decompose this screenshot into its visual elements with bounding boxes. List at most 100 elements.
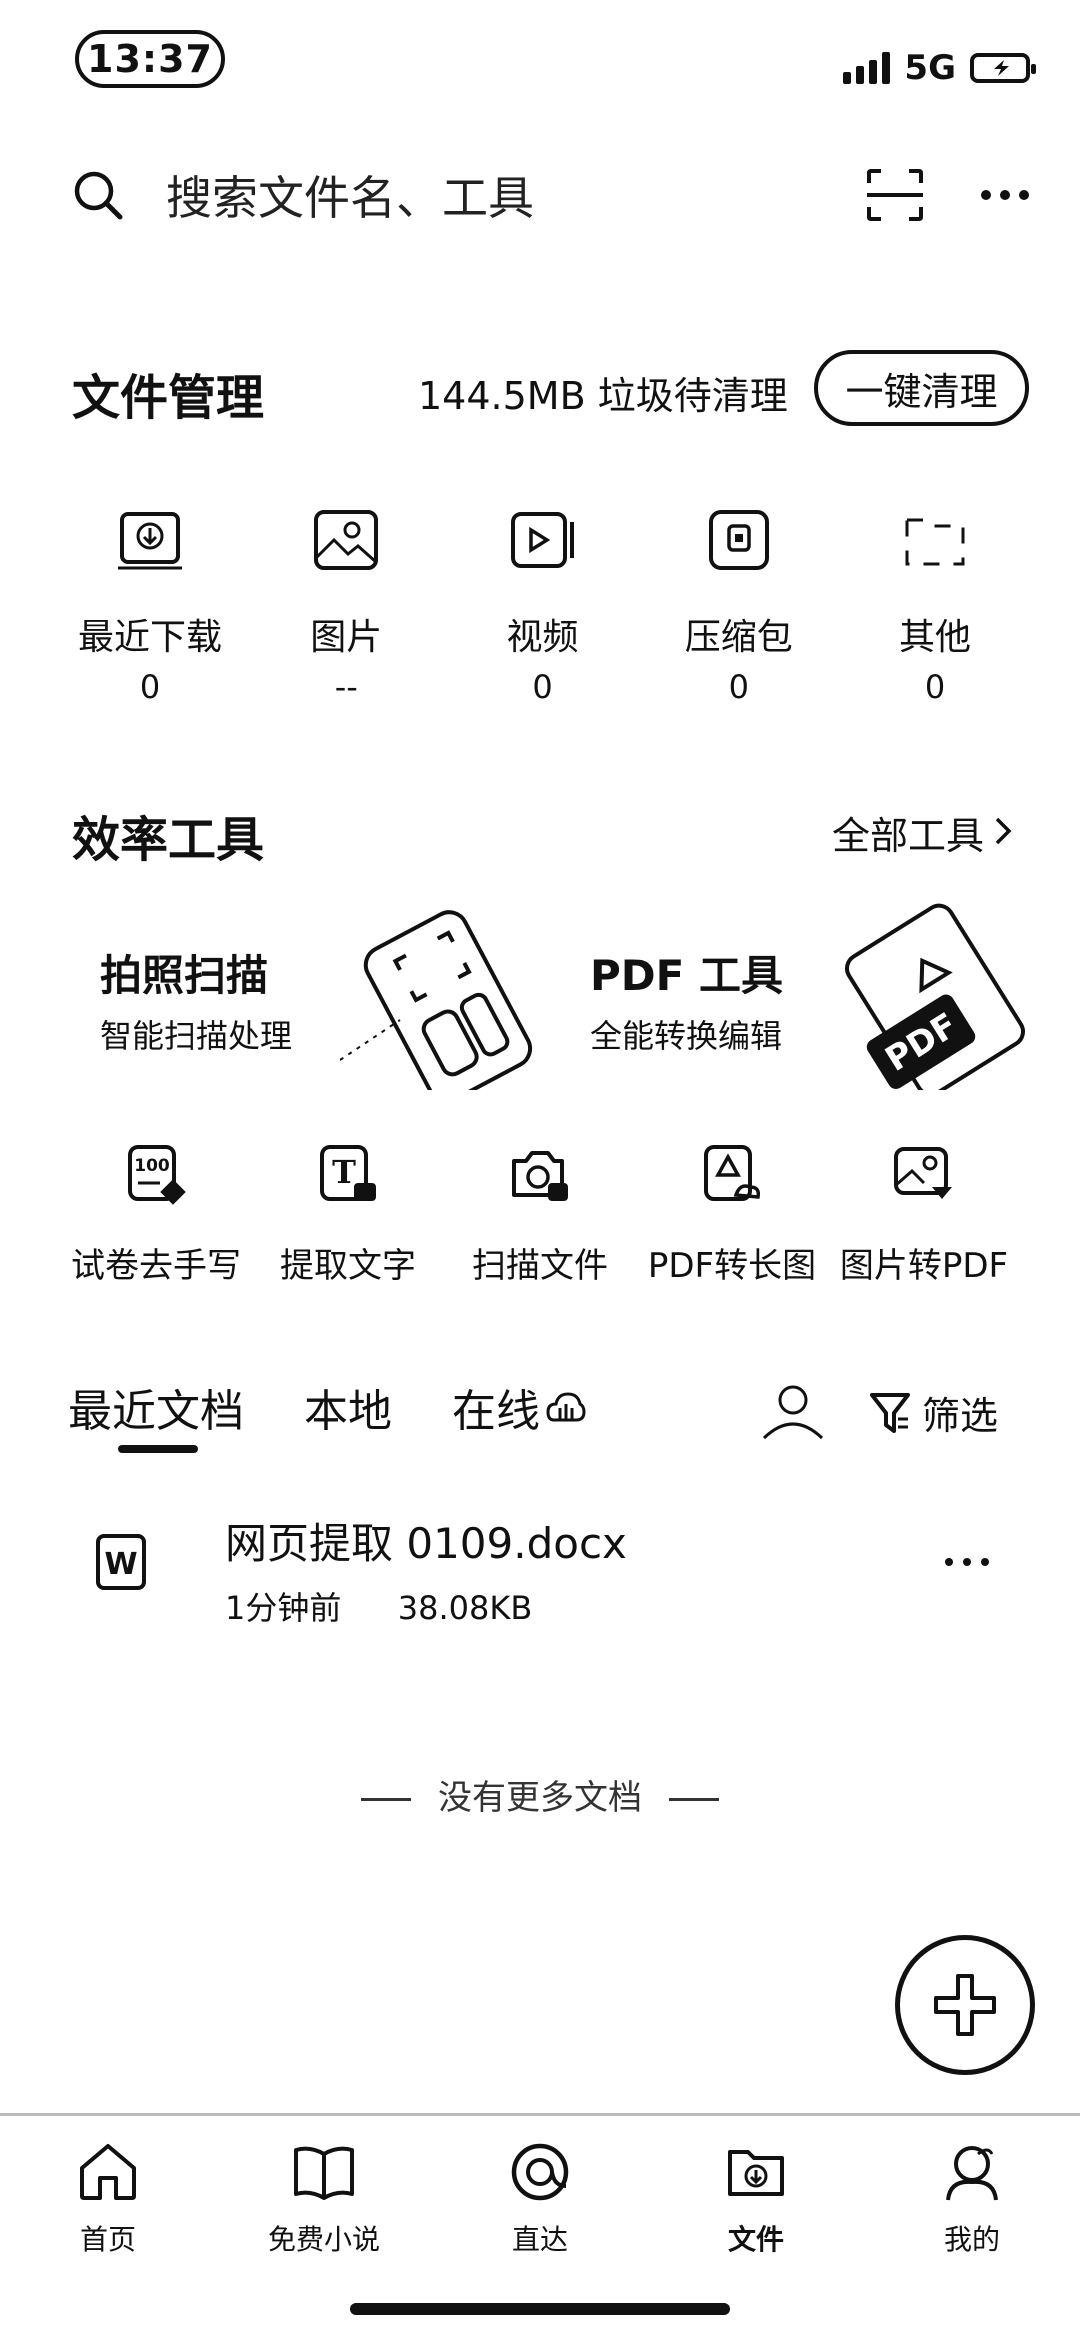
category-label: 最近下载 <box>77 617 222 658</box>
doc-name: 网页提取 0109.docx <box>225 1519 627 1568</box>
tab-local[interactable]: 本地 <box>304 1375 392 1439</box>
download-folder-icon <box>55 500 245 580</box>
tool-pdf-to-long-image[interactable]: PDF转长图 <box>636 1140 828 1287</box>
tab-recent-docs[interactable]: 最近文档 <box>68 1375 244 1453</box>
word-badge-letter: W <box>104 1547 137 1582</box>
category-archives[interactable]: 压缩包 0 <box>644 500 834 706</box>
one-click-clean-button[interactable]: 一键清理 <box>814 350 1029 426</box>
profile-icon <box>946 2146 998 2201</box>
tools-grid: 100 试卷去手写 T 提取文字 扫描文件 PDF转长图 图片转PDF <box>60 1140 1020 1287</box>
file-folder-icon <box>728 2150 784 2196</box>
tool-label: 试卷去手写 <box>71 1246 241 1286</box>
nav-label: 首页 <box>79 2223 136 2256</box>
no-more-docs-text: 没有更多文档 <box>0 1770 1080 1819</box>
active-tab-indicator <box>118 1445 198 1453</box>
cleanup-info: 144.5MB 垃圾待清理 <box>418 374 788 418</box>
tool-exam-remove-handwriting[interactable]: 100 试卷去手写 <box>60 1140 252 1287</box>
nav-free-novels[interactable]: 免费小说 <box>234 2116 414 2286</box>
tab-online[interactable]: 在线 <box>452 1375 586 1439</box>
folder-icon <box>840 500 1030 580</box>
card-subtitle: 智能扫描处理 <box>100 1017 293 1055</box>
category-videos[interactable]: 视频 0 <box>448 500 638 706</box>
exam-icon-text: 100 <box>134 1156 170 1176</box>
doc-meta: 1分钟前 38.08KB <box>225 1583 627 1629</box>
tool-label: 提取文字 <box>280 1246 416 1286</box>
text-icon-letter: T <box>332 1153 356 1191</box>
scan-illustration-icon <box>340 910 533 1090</box>
search-input[interactable]: 搜索文件名、工具 <box>166 162 865 228</box>
chevron-right-icon <box>994 811 1012 855</box>
book-icon <box>294 2146 354 2200</box>
nav-label: 文件 <box>727 2223 784 2256</box>
category-label: 视频 <box>506 617 579 658</box>
file-management-title: 文件管理 <box>72 370 265 426</box>
user-avatar-icon[interactable] <box>760 1380 826 1450</box>
pdf-to-image-icon <box>636 1140 828 1210</box>
tool-extract-text[interactable]: T 提取文字 <box>252 1140 444 1287</box>
nav-label: 直达 <box>511 2223 568 2256</box>
doc-size: 38.08KB <box>397 1589 533 1627</box>
status-indicators: 5G <box>843 48 1036 88</box>
add-fab-button[interactable] <box>895 1935 1035 2075</box>
all-tools-label: 全部工具 <box>831 814 984 858</box>
text-extract-icon: T <box>252 1140 444 1210</box>
signal-icon <box>843 52 891 84</box>
category-label: 压缩包 <box>684 617 793 658</box>
image-to-pdf-icon <box>828 1140 1020 1210</box>
doc-more-icon[interactable] <box>944 1552 990 1571</box>
category-recent-downloads[interactable]: 最近下载 0 <box>55 500 245 706</box>
card-title: 拍照扫描 <box>100 951 269 1000</box>
scan-camera-icon <box>444 1140 636 1210</box>
nav-label: 免费小说 <box>267 2223 380 2256</box>
category-count: -- <box>334 668 358 706</box>
category-count: 0 <box>924 668 946 706</box>
all-tools-link[interactable]: 全部工具 <box>832 805 1012 860</box>
category-count: 0 <box>139 668 161 706</box>
cloud-icon <box>546 1392 586 1422</box>
photo-scan-card[interactable]: 拍照扫描 智能扫描处理 <box>70 890 540 1090</box>
word-doc-icon: W <box>94 1532 150 1596</box>
search-icon <box>70 167 126 223</box>
filter-label: 筛选 <box>922 1394 999 1438</box>
docs-tabs: 最近文档 本地 在线 <box>68 1375 586 1453</box>
nav-files[interactable]: 文件 <box>666 2116 846 2286</box>
category-label: 图片 <box>310 617 383 658</box>
home-indicator <box>350 2303 730 2315</box>
nav-label: 我的 <box>943 2223 1000 2256</box>
tool-label: 图片转PDF <box>839 1246 1009 1286</box>
tool-scan-file[interactable]: 扫描文件 <box>444 1140 636 1287</box>
category-images[interactable]: 图片 -- <box>251 500 441 706</box>
image-icon <box>251 500 441 580</box>
status-time: 13:37 <box>75 30 225 88</box>
card-title: PDF 工具 <box>590 951 783 1000</box>
filter-button[interactable]: 筛选 <box>868 1385 998 1440</box>
zip-icon <box>644 500 834 580</box>
nav-profile[interactable]: 我的 <box>882 2116 1062 2286</box>
nav-home[interactable]: 首页 <box>18 2116 198 2286</box>
more-options-icon[interactable] <box>980 189 1030 201</box>
end-label: 没有更多文档 <box>438 1778 642 1818</box>
tool-label: PDF转长图 <box>647 1246 817 1286</box>
video-icon <box>448 500 638 580</box>
pdf-tools-card[interactable]: PDF 工具 全能转换编辑 PDF <box>560 890 1030 1090</box>
efficiency-tools-title: 效率工具 <box>72 812 265 868</box>
nav-direct[interactable]: 直达 <box>450 2116 630 2286</box>
plus-icon <box>934 1974 996 2036</box>
tab-label: 在线 <box>452 1386 540 1437</box>
document-row[interactable]: W 网页提取 0109.docx 1分钟前 38.08KB <box>80 1500 1020 1630</box>
tab-label: 本地 <box>304 1386 392 1437</box>
category-count: 0 <box>532 668 553 706</box>
bottom-nav: 首页 免费小说 直达 文件 我的 <box>0 2113 1080 2286</box>
scan-icon[interactable] <box>865 167 925 223</box>
search-bar[interactable]: 搜索文件名、工具 <box>70 160 1030 230</box>
file-category-grid: 最近下载 0 图片 -- 视频 0 压缩包 0 其他 0 <box>55 500 1030 706</box>
category-count: 0 <box>728 668 749 706</box>
tool-image-to-pdf[interactable]: 图片转PDF <box>828 1140 1020 1287</box>
category-others[interactable]: 其他 0 <box>840 500 1030 706</box>
battery-icon <box>970 53 1036 83</box>
network-type: 5G <box>904 48 956 88</box>
exam-paper-icon: 100 <box>60 1140 252 1210</box>
card-subtitle: 全能转换编辑 <box>590 1017 783 1055</box>
direct-icon <box>511 2143 569 2201</box>
doc-time: 1分钟前 <box>225 1589 342 1627</box>
